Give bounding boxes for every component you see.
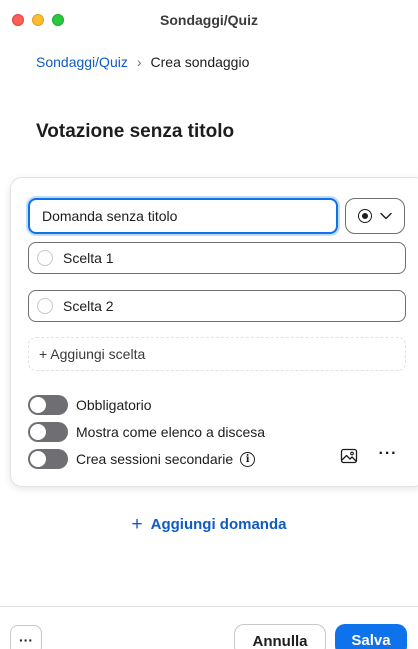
choice-2-field[interactable]: Scelta 2 [28, 290, 406, 322]
breadcrumb-current: Crea sondaggio [150, 54, 250, 70]
cancel-button[interactable]: Annulla [234, 624, 326, 649]
dropdown-toggle[interactable] [28, 422, 68, 442]
plus-icon: + [131, 514, 143, 535]
breakout-toggle[interactable] [28, 449, 68, 469]
choice-label: Scelta 1 [63, 250, 114, 266]
required-toggle[interactable] [28, 395, 68, 415]
window-title: Sondaggi/Quiz [160, 12, 258, 28]
toggle-row-breakout: Crea sessioni secondarie i [28, 448, 256, 470]
footer-divider [0, 606, 418, 607]
add-choice-button[interactable]: + Aggiungi scelta [28, 337, 406, 371]
radio-icon [358, 209, 372, 223]
toggle-label: Crea sessioni secondarie [76, 451, 234, 467]
question-input[interactable] [28, 198, 338, 234]
breadcrumb-separator: › [136, 54, 142, 70]
add-question-label: Aggiungi domanda [150, 516, 287, 533]
question-type-select[interactable] [345, 198, 405, 234]
chevron-down-icon [380, 212, 392, 220]
question-more-options-icon[interactable]: ··· [378, 446, 398, 464]
breadcrumb: Sondaggi/Quiz › Crea sondaggio [36, 54, 249, 70]
choice-1-field[interactable]: Scelta 1 [28, 242, 406, 274]
choice-radio-icon [37, 250, 53, 266]
info-icon[interactable]: i [240, 451, 256, 467]
add-question-button[interactable]: + Aggiungi domanda [0, 514, 418, 536]
poll-title[interactable]: Votazione senza titolo [36, 121, 234, 143]
more-options-button[interactable]: ··· [10, 625, 42, 649]
toggle-row-required: Obbligatorio [28, 394, 152, 416]
image-icon[interactable] [340, 447, 358, 465]
toggle-label: Mostra come elenco a discesa [76, 424, 266, 440]
window-titlebar: Sondaggi/Quiz [0, 0, 418, 40]
toggle-label: Obbligatorio [76, 397, 152, 413]
save-button[interactable]: Salva [335, 624, 407, 649]
breadcrumb-polls-link[interactable]: Sondaggi/Quiz [36, 54, 128, 70]
choice-radio-icon [37, 298, 53, 314]
choice-label: Scelta 2 [63, 298, 114, 314]
toggle-row-dropdown: Mostra come elenco a discesa [28, 421, 265, 443]
